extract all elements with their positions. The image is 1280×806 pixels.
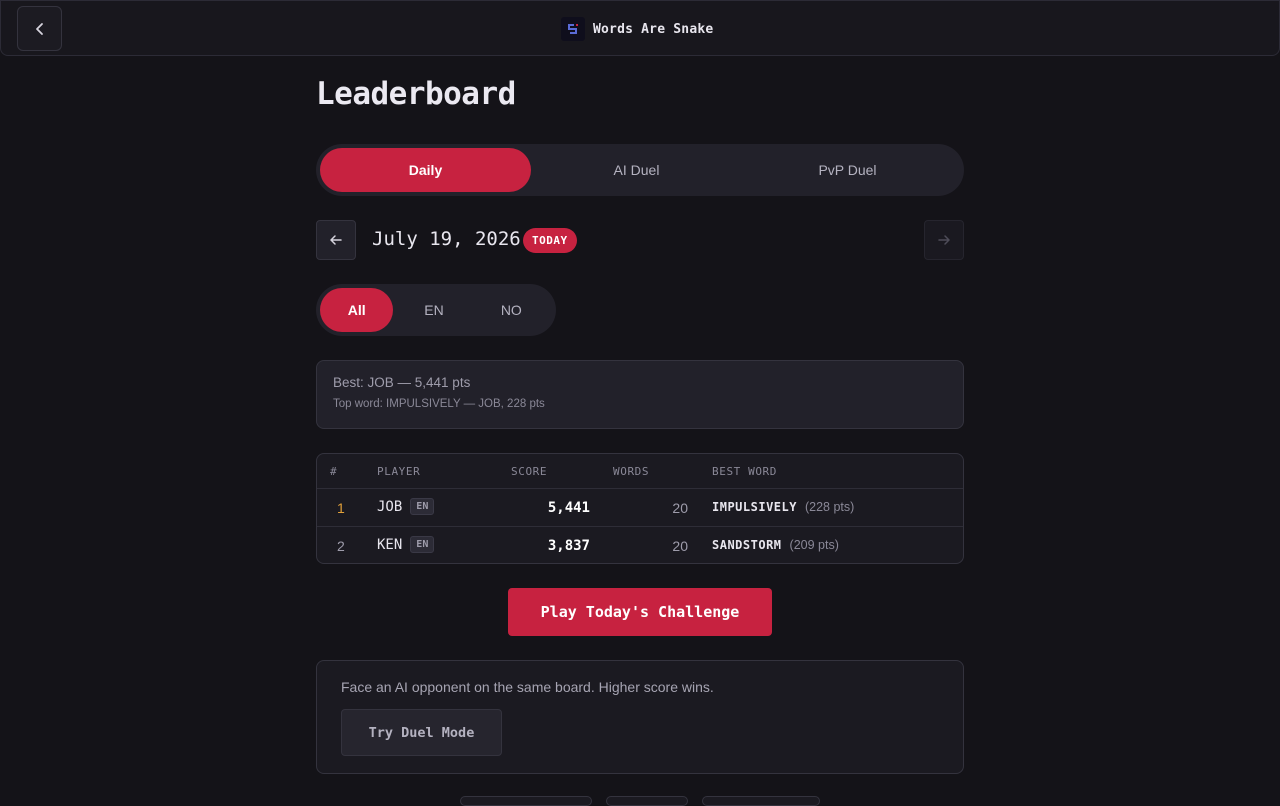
app-title: Words Are Snake: [593, 21, 714, 37]
player: JOB EN: [377, 498, 435, 515]
footer-button-partial[interactable]: [460, 796, 592, 806]
header-best-word: BEST WORD: [712, 465, 778, 478]
lang-tab-no[interactable]: NO: [475, 288, 548, 332]
score: 5,441: [547, 500, 590, 516]
best-word: IMPULSIVELY (228 pts): [712, 500, 854, 514]
tab-pvp-duel[interactable]: PvP Duel: [742, 148, 953, 192]
player: KEN EN: [377, 536, 435, 553]
footer-button-partial[interactable]: [606, 796, 688, 806]
summary-card: Best: JOB — 5,441 pts Top word: IMPULSIV…: [316, 360, 964, 429]
best-word-text: SANDSTORM: [712, 538, 782, 552]
language-tag: EN: [410, 536, 435, 553]
tab-daily[interactable]: Daily: [320, 148, 531, 192]
try-duel-mode-button[interactable]: Try Duel Mode: [341, 709, 502, 756]
play-challenge-button[interactable]: Play Today's Challenge: [508, 588, 772, 636]
footer-button-partial[interactable]: [702, 796, 820, 806]
best-word-text: IMPULSIVELY: [712, 500, 797, 514]
today-badge: TODAY: [523, 228, 577, 253]
tab-ai-duel[interactable]: AI Duel: [531, 148, 742, 192]
mode-tabs: Daily AI Duel PvP Duel: [316, 144, 964, 196]
previous-day-button[interactable]: [316, 220, 356, 260]
brand[interactable]: Words Are Snake: [561, 17, 713, 41]
header-words: WORDS: [613, 465, 650, 478]
language-tag: EN: [410, 498, 435, 515]
best-score-summary: Best: JOB — 5,441 pts: [333, 375, 471, 390]
table-row[interactable]: 2 KEN EN 3,837 20 SANDSTORM (209 pts): [317, 527, 963, 563]
words-count: 20: [672, 500, 688, 516]
table-header: # PLAYER SCORE WORDS BEST WORD: [317, 454, 963, 489]
chevron-left-icon: [35, 22, 43, 35]
header-rank: #: [330, 465, 338, 478]
next-day-button[interactable]: [924, 220, 964, 260]
duel-promo-text: Face an AI opponent on the same board. H…: [341, 679, 714, 695]
rank: 1: [337, 500, 345, 516]
language-filter: All EN NO: [316, 284, 556, 336]
selected-date: July 19, 2026: [372, 228, 521, 250]
table-row[interactable]: 1 JOB EN 5,441 20 IMPULSIVELY (228 pts): [317, 489, 963, 527]
best-word: SANDSTORM (209 pts): [712, 538, 839, 552]
best-word-points: (209 pts): [789, 538, 839, 552]
page-title: Leaderboard: [316, 76, 516, 112]
words-count: 20: [672, 538, 688, 554]
rank: 2: [337, 538, 345, 554]
player-name: JOB: [377, 498, 403, 515]
back-button[interactable]: [17, 6, 62, 51]
header-player: PLAYER: [377, 465, 421, 478]
top-bar: Words Are Snake: [0, 0, 1280, 56]
duel-promo-card: Face an AI opponent on the same board. H…: [316, 660, 964, 774]
player-name: KEN: [377, 536, 403, 553]
lang-tab-en[interactable]: EN: [397, 288, 470, 332]
arrow-left-icon: [330, 235, 342, 245]
lang-tab-all[interactable]: All: [320, 288, 394, 332]
score: 3,837: [547, 538, 590, 554]
top-word-summary: Top word: IMPULSIVELY — JOB, 228 pts: [333, 398, 545, 410]
header-score: SCORE: [511, 465, 548, 478]
leaderboard-table: # PLAYER SCORE WORDS BEST WORD 1 JOB EN …: [316, 453, 964, 564]
best-word-points: (228 pts): [804, 500, 855, 514]
arrow-right-icon: [938, 235, 950, 245]
snake-logo-icon: [561, 17, 585, 41]
